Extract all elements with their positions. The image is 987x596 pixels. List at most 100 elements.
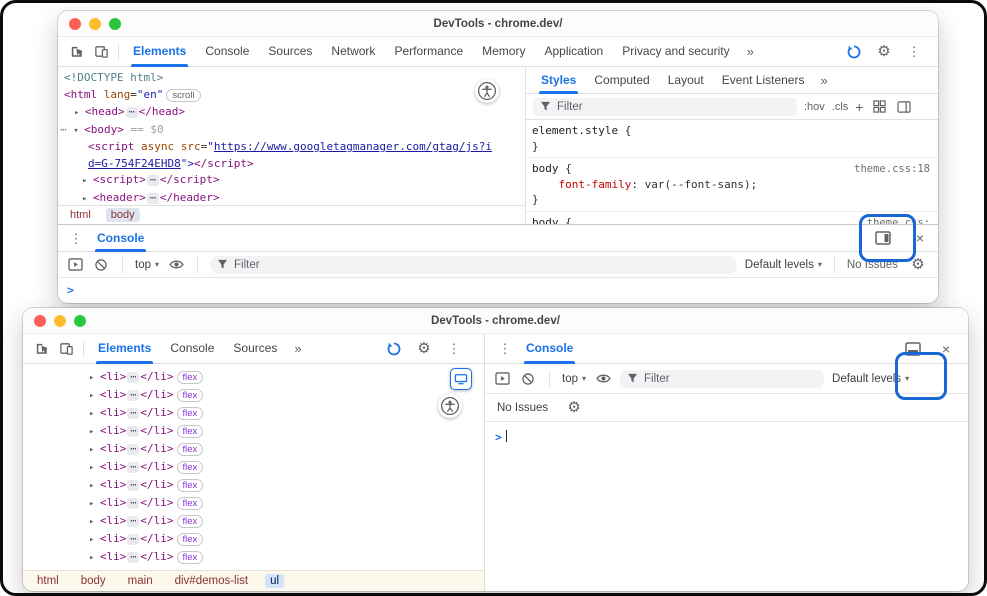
dom-tree-line[interactable]: ▸ <script>⋯</script> [58, 172, 525, 190]
dom-tree-line[interactable]: d=G-754F24EHD8"></script> [58, 156, 525, 173]
dom-tree-line[interactable]: ▸ <li>⋯</li>flex [23, 422, 484, 440]
dock-side-icon[interactable] [874, 226, 892, 250]
inspect-icon[interactable] [64, 40, 88, 64]
issues-counter[interactable]: No Issues [847, 259, 898, 271]
drawer-tab-console[interactable]: Console [88, 225, 153, 252]
stylesheet-link[interactable]: theme.css: [867, 216, 930, 225]
badge[interactable]: flex [177, 497, 204, 510]
breadcrumb-item-ul[interactable]: ul [265, 574, 284, 588]
console-filter-input[interactable]: Filter [210, 256, 737, 274]
close-icon[interactable]: × [914, 229, 926, 247]
context-selector[interactable]: top ▾ [562, 373, 586, 385]
style-rule-body-2[interactable]: theme.css: body { [526, 212, 938, 225]
more-tabs-icon[interactable]: » [287, 341, 308, 356]
dom-tree-line[interactable]: ▸ <li>⋯</li>flex [23, 404, 484, 422]
eye-icon[interactable] [594, 367, 612, 391]
dom-tree-line-selected[interactable]: ⋯ ▾ <body> == $0 [58, 122, 525, 140]
console-settings-gear-icon[interactable]: ⚙ [906, 253, 930, 277]
dom-tree-line[interactable]: ▸ <li>⋯</li>flex [23, 548, 484, 566]
tab-privacy-security[interactable]: Privacy and security [613, 37, 738, 67]
stylesheet-link[interactable]: theme.css:18 [854, 162, 930, 178]
more-tabs-icon[interactable]: » [813, 73, 834, 88]
tab-memory[interactable]: Memory [473, 37, 534, 67]
console-prompt[interactable]: > [485, 422, 968, 591]
new-style-rule-button[interactable]: + [855, 99, 863, 115]
breadcrumb-item-body[interactable]: body [106, 208, 140, 222]
toggle-hover-state[interactable]: :hov [804, 101, 825, 113]
tab-console[interactable]: Console [196, 37, 258, 67]
tab-styles[interactable]: Styles [532, 67, 585, 94]
device-toolbar-icon[interactable] [89, 40, 113, 64]
dom-tree-line[interactable]: <!DOCTYPE html> [58, 70, 525, 87]
badge[interactable]: flex [177, 515, 204, 528]
breadcrumb-item-body[interactable]: body [76, 574, 111, 588]
styles-filter-input[interactable]: Filter [533, 98, 797, 116]
toggle-element-classes[interactable]: .cls [832, 101, 849, 113]
style-rule-body[interactable]: theme.css:18 body { font-family: var(--f… [526, 158, 938, 212]
minimize-window-button[interactable] [89, 18, 101, 30]
tab-elements[interactable]: Elements [124, 37, 195, 67]
dom-tree-line[interactable]: ▸ <header>⋯</header> [58, 190, 525, 206]
badge[interactable]: flex [177, 479, 204, 492]
badge[interactable]: flex [177, 425, 204, 438]
kebab-menu-icon[interactable]: ⋮ [902, 40, 926, 64]
style-rule-element[interactable]: element.style { } [526, 120, 938, 158]
minimize-window-button[interactable] [54, 315, 66, 327]
dom-tree-line[interactable]: <script async src="https://www.googletag… [58, 139, 525, 156]
tab-sources[interactable]: Sources [259, 37, 321, 67]
breadcrumb-item-demos-list[interactable]: div#demos-list [170, 574, 254, 588]
dom-tree-line[interactable]: ▸ <li>⋯</li>flex [23, 494, 484, 512]
sync-arrows-icon[interactable] [842, 40, 866, 64]
dom-tree-line[interactable]: ▸ <li>⋯</li>flex [23, 440, 484, 458]
tab-event-listeners[interactable]: Event Listeners [713, 67, 814, 94]
clear-console-icon[interactable] [92, 253, 110, 277]
gear-icon[interactable]: ⚙ [412, 337, 436, 361]
clear-console-icon[interactable] [519, 367, 537, 391]
console-filter-input[interactable]: Filter [620, 370, 824, 388]
gear-icon[interactable]: ⚙ [872, 40, 896, 64]
badge[interactable]: flex [177, 461, 204, 474]
log-levels-selector[interactable]: Default levels ▾ [745, 259, 822, 271]
badge[interactable]: scroll [166, 89, 200, 102]
close-window-button[interactable] [34, 315, 46, 327]
sync-arrows-icon[interactable] [382, 337, 406, 361]
screencast-icon[interactable] [450, 368, 472, 390]
inspect-icon[interactable] [29, 337, 53, 361]
dom-tree-line[interactable]: ▸ <head>⋯</head> [58, 104, 525, 122]
tab-console[interactable]: Console [517, 334, 582, 364]
close-window-button[interactable] [69, 18, 81, 30]
breadcrumb-item-main[interactable]: main [123, 574, 158, 588]
drawer-menu-icon[interactable]: ⋮ [493, 337, 517, 361]
badge[interactable]: flex [177, 407, 204, 420]
issues-counter[interactable]: No Issues [497, 402, 548, 414]
zoom-window-button[interactable] [109, 18, 121, 30]
badge[interactable]: flex [177, 389, 204, 402]
dom-tree-line[interactable]: <html lang="en"scroll [58, 87, 525, 105]
tab-layout[interactable]: Layout [659, 67, 713, 94]
accessibility-tree-icon[interactable] [475, 79, 499, 103]
console-sidebar-icon[interactable] [493, 367, 511, 391]
console-sidebar-icon[interactable] [66, 253, 84, 277]
close-icon[interactable]: × [940, 340, 952, 358]
tab-network[interactable]: Network [322, 37, 384, 67]
dom-tree-line[interactable]: ▸ <li>⋯</li>flex [23, 458, 484, 476]
more-tabs-icon[interactable]: » [740, 44, 761, 59]
log-levels-selector[interactable]: Default levels ▾ [832, 373, 909, 385]
dom-tree-line[interactable]: ▸ <li>⋯</li>flex [23, 530, 484, 548]
tab-performance[interactable]: Performance [385, 37, 472, 67]
tab-application[interactable]: Application [535, 37, 612, 67]
sidebar-panel-icon[interactable] [895, 95, 913, 119]
badge[interactable]: flex [177, 443, 204, 456]
badge[interactable]: flex [177, 371, 204, 384]
eye-icon[interactable] [167, 253, 185, 277]
tab-computed[interactable]: Computed [585, 67, 658, 94]
tab-sources[interactable]: Sources [224, 334, 286, 364]
dom-tree-line[interactable]: ▸ <li>⋯</li>flex [23, 368, 484, 386]
kebab-menu-icon[interactable]: ⋮ [442, 337, 466, 361]
tab-console[interactable]: Console [161, 334, 223, 364]
console-settings-gear-icon[interactable]: ⚙ [562, 396, 586, 420]
dom-tree-line[interactable]: ▸ <li>⋯</li>flex [23, 386, 484, 404]
device-toolbar-icon[interactable] [54, 337, 78, 361]
context-selector[interactable]: top ▾ [135, 259, 159, 271]
grid-icon[interactable] [870, 95, 888, 119]
